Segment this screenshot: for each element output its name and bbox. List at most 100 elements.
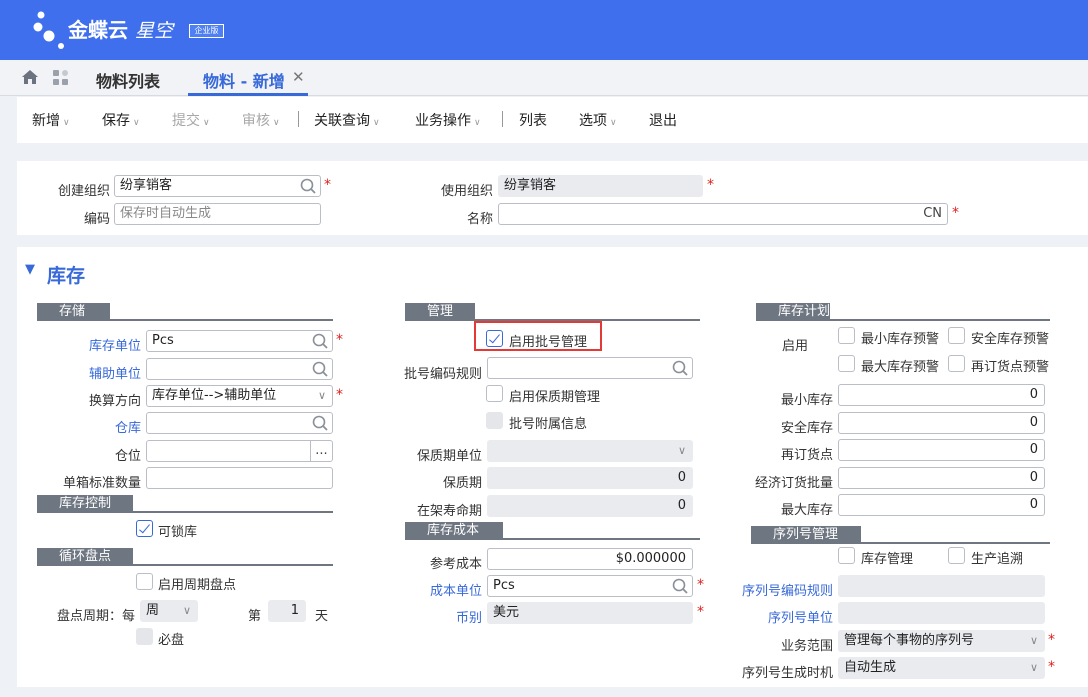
group-divider	[110, 319, 333, 321]
code-field[interactable]: 保存时自动生成	[114, 203, 321, 225]
search-icon[interactable]	[311, 332, 329, 350]
reorder-point-field[interactable]: 0	[838, 439, 1045, 461]
search-icon[interactable]	[671, 359, 689, 377]
shelf-life-label: 启用保质期管理	[509, 390, 601, 405]
convert-direction-label: 换算方向	[88, 394, 141, 409]
tab-bar	[0, 60, 1088, 96]
search-icon[interactable]	[311, 414, 329, 432]
reorder-warn-checkbox[interactable]	[948, 355, 965, 372]
submit-button[interactable]: 提交 ∨	[172, 110, 210, 130]
warehouse-field[interactable]	[146, 412, 333, 434]
eoq-field[interactable]: 0	[838, 467, 1045, 489]
group-serial: 序列号管理	[751, 526, 861, 544]
aux-unit-label[interactable]: 辅助单位	[40, 363, 141, 382]
group-divider	[861, 542, 1050, 544]
serial-stock-checkbox[interactable]	[838, 547, 855, 564]
name-field[interactable]: CN	[498, 203, 948, 225]
save-button[interactable]: 保存 ∨	[102, 110, 140, 130]
min-warn-checkbox[interactable]	[838, 327, 855, 344]
serial-rule-field[interactable]	[838, 575, 1045, 597]
gen-timing-select[interactable]: 自动生成 ∨	[838, 657, 1045, 679]
min-stock-field[interactable]: 0	[838, 384, 1045, 406]
production-trace-label: 生产追溯	[971, 552, 1024, 567]
create-org-field[interactable]: 纷享销客	[114, 175, 321, 197]
required-mark: *	[952, 205, 959, 221]
create-org-label: 创建组织	[57, 184, 110, 199]
safe-warn-checkbox[interactable]	[948, 327, 965, 344]
location-field[interactable]: ...	[146, 440, 333, 462]
tab-material-list[interactable]: 物料列表	[96, 68, 160, 92]
audit-button[interactable]: 审核 ∨	[242, 110, 280, 130]
eoq-label: 经济订货批量	[754, 476, 833, 491]
chevron-down-icon: ∨	[677, 444, 686, 457]
related-query-button[interactable]: 关联查询 ∨	[314, 110, 380, 130]
scope-select[interactable]: 管理每个事物的序列号 ∨	[838, 630, 1045, 652]
reorder-warn-label: 再订货点预警	[971, 360, 1050, 375]
exit-button[interactable]: 退出	[649, 110, 677, 130]
chevron-down-icon: ∨	[610, 118, 617, 128]
convert-direction-select[interactable]: 库存单位-->辅助单位 ∨	[146, 385, 333, 407]
more-button[interactable]: ...	[310, 441, 332, 461]
period-unit-select[interactable]: 周 ∨	[140, 600, 198, 622]
reorder-point-label: 再订货点	[780, 448, 833, 463]
shelf-unit-select[interactable]: ∨	[487, 440, 693, 462]
warehouse-label[interactable]: 仓库	[40, 417, 141, 436]
chevron-down-icon: ∨	[273, 118, 280, 128]
required-mark: *	[697, 604, 704, 620]
batch-attach-checkbox[interactable]	[486, 412, 503, 429]
business-ops-button[interactable]: 业务操作 ∨	[415, 110, 481, 130]
search-icon[interactable]	[671, 577, 689, 595]
logo-icon	[33, 11, 64, 49]
cycle-count-checkbox[interactable]	[136, 573, 153, 590]
nth-label: 第	[248, 609, 262, 624]
group-divider	[830, 319, 1050, 321]
chevron-down-icon: ∨	[203, 118, 210, 128]
max-warn-checkbox[interactable]	[838, 355, 855, 372]
max-stock-field[interactable]: 0	[838, 494, 1045, 516]
use-org-field: 纷享销客	[498, 175, 703, 197]
aux-unit-field[interactable]	[146, 358, 333, 380]
apps-icon[interactable]	[52, 69, 70, 86]
serial-unit-label[interactable]: 序列号单位	[735, 607, 833, 626]
tab-material-new[interactable]: 物料 - 新增	[203, 68, 285, 92]
production-trace-checkbox[interactable]	[948, 547, 965, 564]
options-button[interactable]: 选项 ∨	[579, 110, 617, 130]
must-count-checkbox[interactable]	[136, 628, 153, 645]
ref-cost-field[interactable]: $0.000000	[487, 548, 693, 570]
edition-badge: 企业版	[189, 24, 224, 38]
lockable-label: 可锁库	[158, 525, 198, 540]
inventory-unit-label[interactable]: 库存单位	[40, 335, 141, 354]
add-button[interactable]: 新增 ∨	[32, 110, 70, 130]
cost-unit-label[interactable]: 成本单位	[390, 580, 482, 599]
serial-unit-field[interactable]	[838, 602, 1045, 624]
group-manage: 管理	[405, 303, 475, 321]
collapse-triangle-icon[interactable]: ▼	[25, 262, 35, 277]
gen-timing-label: 序列号生成时机	[741, 666, 833, 681]
chevron-down-icon: ∨	[182, 604, 191, 617]
toolbar-divider	[298, 111, 299, 127]
chevron-down-icon: ∨	[1029, 661, 1038, 674]
section-title: 库存	[47, 265, 86, 287]
close-tab-icon[interactable]: ✕	[292, 68, 305, 86]
box-qty-field[interactable]	[146, 467, 333, 489]
serial-rule-label[interactable]: 序列号编码规则	[735, 580, 833, 599]
cost-unit-field[interactable]: Pcs	[487, 575, 693, 597]
serial-stock-label: 库存管理	[861, 552, 914, 567]
batch-management-label: 启用批号管理	[509, 335, 588, 350]
shelf-period-field[interactable]: 0	[487, 467, 693, 489]
search-icon[interactable]	[311, 360, 329, 378]
list-button[interactable]: 列表	[519, 110, 547, 130]
chevron-down-icon: ∨	[63, 118, 70, 128]
inventory-unit-field[interactable]: Pcs	[146, 330, 333, 352]
nth-value-field[interactable]: 1	[268, 600, 306, 622]
lockable-checkbox[interactable]	[136, 520, 153, 537]
shelf-life-period-field[interactable]: 0	[487, 495, 693, 517]
home-icon[interactable]	[21, 69, 39, 85]
batch-rule-field[interactable]	[487, 357, 693, 379]
safe-stock-field[interactable]: 0	[838, 412, 1045, 434]
currency-label[interactable]: 币别	[390, 607, 482, 626]
shelf-life-checkbox[interactable]	[486, 385, 503, 402]
scope-label: 业务范围	[780, 639, 833, 654]
search-icon[interactable]	[299, 177, 317, 195]
batch-management-checkbox[interactable]	[486, 330, 503, 347]
